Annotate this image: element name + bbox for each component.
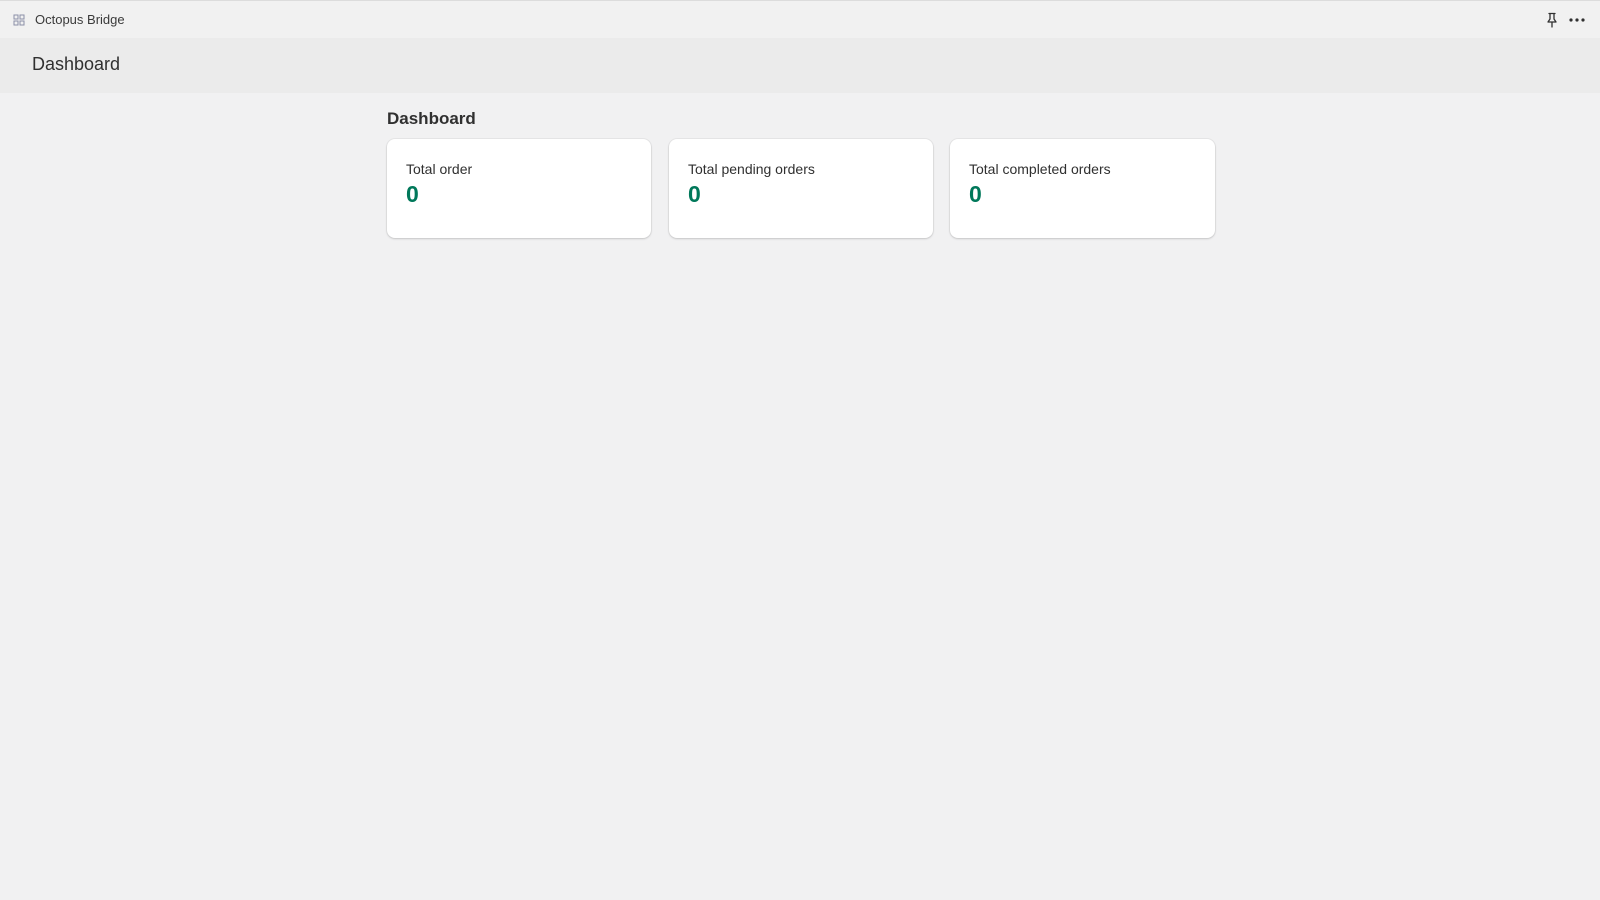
metric-card-label: Total pending orders [688, 161, 815, 177]
section-title: Dashboard [387, 109, 476, 128]
app-grid-icon [13, 13, 25, 26]
metric-card-label: Total order [406, 161, 473, 177]
page-title: Dashboard [32, 54, 121, 74]
page-header: Dashboard [0, 38, 1600, 93]
more-icon[interactable] [1568, 12, 1586, 28]
metric-card-total-completed-orders: Total completed orders 0 [950, 139, 1215, 238]
metric-card-value: 0 [406, 181, 419, 207]
metric-card-total-pending-orders: Total pending orders 0 [669, 139, 933, 238]
metric-card-value: 0 [688, 181, 701, 207]
metric-card-total-order: Total order 0 [387, 139, 651, 238]
app-title: Octopus Bridge [35, 12, 125, 27]
main-content: Dashboard Total order 0 Total pending or… [0, 93, 1600, 900]
metric-card-value: 0 [969, 181, 982, 207]
app-title-bar: Octopus Bridge [0, 0, 1600, 38]
metric-card-label: Total completed orders [969, 161, 1111, 177]
pin-icon[interactable] [1545, 12, 1559, 28]
